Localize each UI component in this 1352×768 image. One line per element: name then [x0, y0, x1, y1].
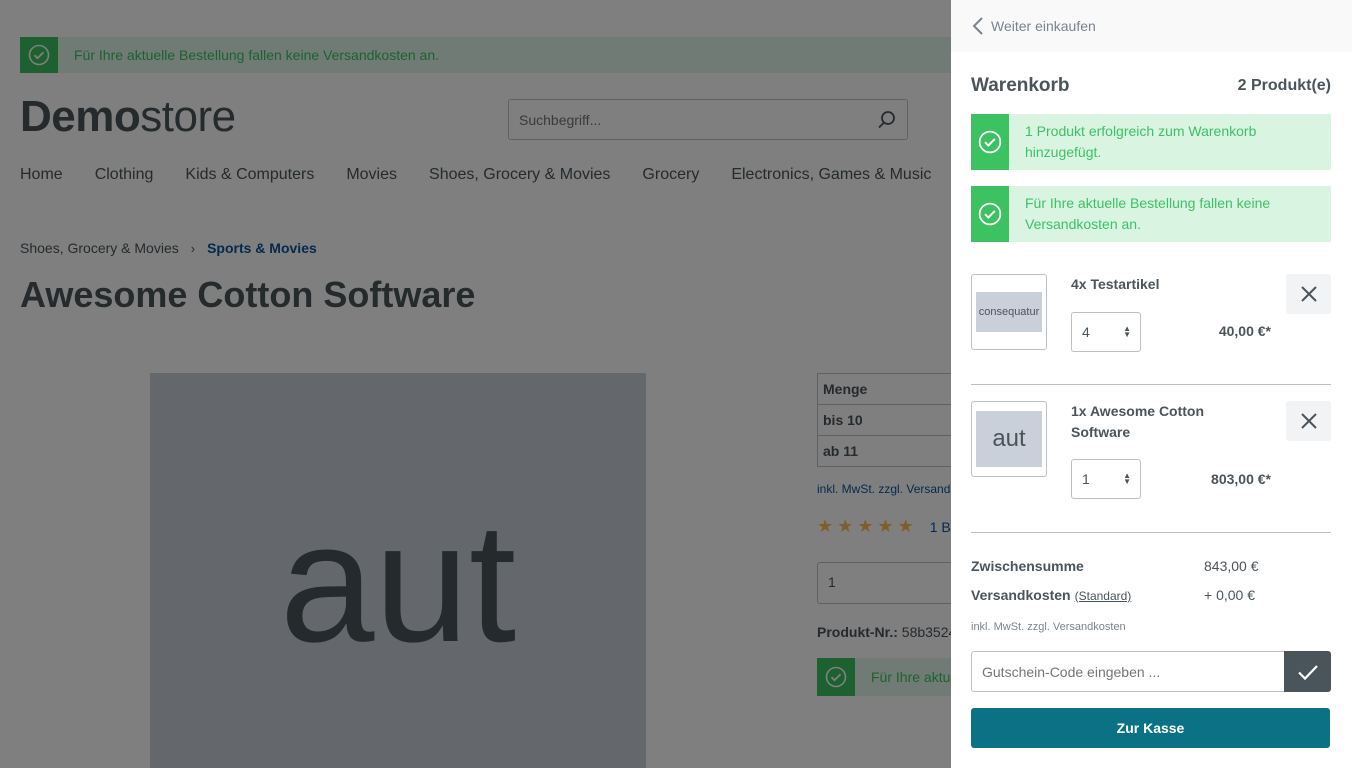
cart-header: Weiter einkaufen [951, 0, 1352, 52]
subtotal-label: Zwischensumme [971, 557, 1084, 574]
offcanvas-cart: Weiter einkaufen Warenkorb 2 Produkt(e) … [951, 0, 1352, 768]
success-alert-text: 1 Produkt erfolgreich zum Warenkorb hinz… [1025, 123, 1257, 160]
line-item-quantity-value: 4 [1082, 324, 1090, 340]
continue-shopping-button[interactable]: Weiter einkaufen [971, 16, 1096, 36]
close-icon [1300, 286, 1317, 302]
remove-item-button[interactable] [1286, 401, 1331, 441]
checkout-button[interactable]: Zur Kasse [971, 708, 1330, 748]
cart-line-item: consequatur 4x Testartikel 4 ▲ ▼ 40,00 €* [971, 274, 1331, 385]
close-icon [1300, 413, 1317, 429]
remove-item-button[interactable] [1286, 274, 1331, 314]
line-item-price: 40,00 €* [1218, 323, 1271, 339]
cart-title: Warenkorb [971, 75, 1070, 96]
shipping-alert-text: Für Ihre aktuelle Bestellung fallen kein… [1025, 195, 1271, 232]
tax-note: inkl. MwSt. zzgl. Versandkosten [971, 621, 1126, 633]
cart-item-count: 2 Produkt(e) [1237, 77, 1331, 94]
voucher-code-input[interactable] [971, 651, 1284, 692]
line-item-label[interactable]: 4x Testartikel [1071, 274, 1271, 295]
shipping-cost-value: + 0,00 € [1204, 586, 1255, 603]
checkmark-icon [1297, 664, 1318, 680]
continue-shopping-label: Weiter einkaufen [991, 18, 1096, 34]
shipping-alert: Für Ihre aktuelle Bestellung fallen kein… [971, 186, 1331, 242]
shipping-cost-label: Versandkosten [971, 586, 1071, 603]
line-item-image[interactable]: aut [971, 401, 1047, 477]
line-item-quantity-value: 1 [1082, 471, 1090, 487]
success-alert: 1 Produkt erfolgreich zum Warenkorb hinz… [971, 114, 1331, 170]
line-item-image-text: aut [976, 411, 1042, 467]
line-item-quantity-select[interactable]: 4 ▲ ▼ [1071, 312, 1141, 352]
line-item-image-text: consequatur [976, 292, 1042, 332]
line-item-price: 803,00 €* [1211, 471, 1271, 487]
line-item-image[interactable]: consequatur [971, 274, 1047, 350]
check-circle-icon [971, 186, 1009, 242]
shipping-method-link[interactable]: (Standard) [1075, 589, 1132, 603]
sort-arrows-icon: ▲ ▼ [1123, 471, 1131, 486]
chevron-left-icon [972, 17, 983, 35]
voucher-form [971, 651, 1331, 692]
cart-summary: Zwischensumme 843,00 € Versandkosten (Sta… [971, 551, 1331, 634]
check-circle-icon [971, 114, 1009, 170]
cart-line-item: aut 1x Awesome Cotton Software 1 ▲ ▼ 803,… [971, 385, 1331, 533]
sort-arrows-icon: ▲ ▼ [1123, 324, 1131, 339]
line-item-quantity-select[interactable]: 1 ▲ ▼ [1071, 459, 1141, 499]
voucher-submit-button[interactable] [1284, 651, 1331, 692]
line-item-label[interactable]: 1x Awesome Cotton Software [1071, 401, 1231, 443]
subtotal-value: 843,00 € [1204, 557, 1259, 574]
